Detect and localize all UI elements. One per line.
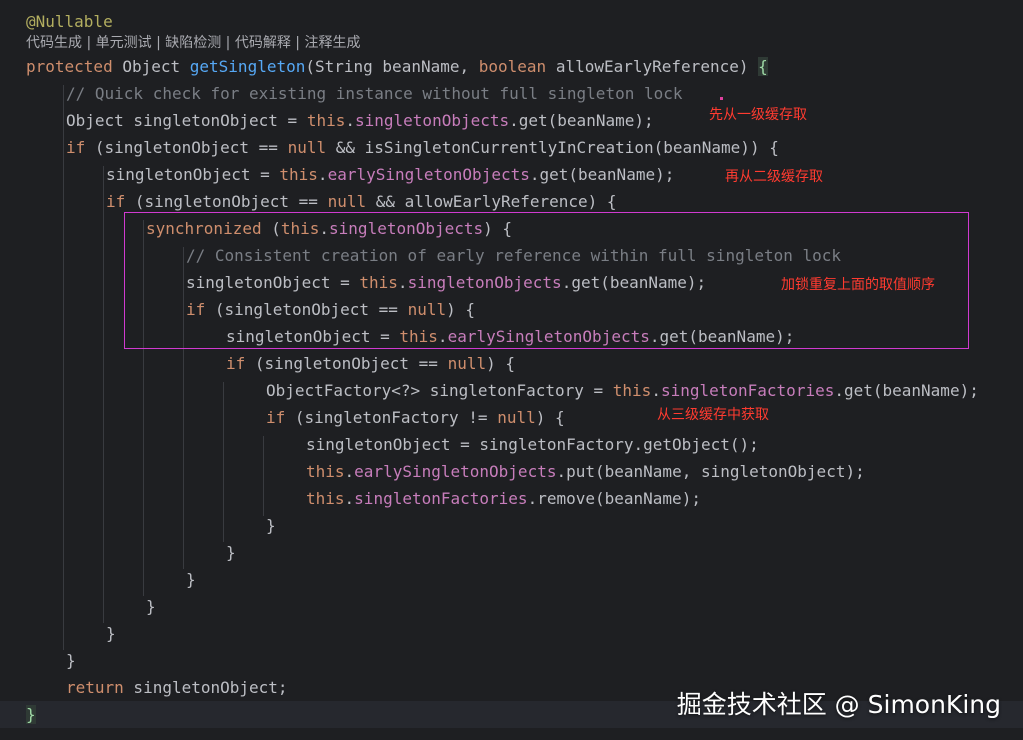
indent-guide	[103, 166, 104, 623]
annotation-nullable: @Nullable	[26, 12, 113, 31]
code-line-5[interactable]: singletonObject = this.earlySingletonObj…	[106, 161, 674, 188]
code-line-16[interactable]: this.earlySingletonObjects.put(beanName,…	[306, 458, 865, 485]
code-line-2[interactable]: // Quick check for existing instance wit…	[66, 80, 683, 107]
code-line-15[interactable]: singletonObject = singletonFactory.getOb…	[306, 431, 759, 458]
inlay-hints[interactable]: 代码生成 | 单元测试 | 缺陷检测 | 代码解释 | 注释生成	[26, 33, 360, 53]
code-line-23[interactable]: }	[66, 647, 76, 674]
code-line-12[interactable]: if (singletonObject == null) {	[226, 350, 515, 377]
note-level3-cache: 从三级缓存中获取	[657, 407, 769, 423]
matched-brace: {	[758, 57, 768, 76]
code-line-6[interactable]: if (singletonObject == null && allowEarl…	[106, 188, 617, 215]
code-line-24[interactable]: return singletonObject;	[66, 674, 288, 701]
code-line-4[interactable]: if (singletonObject == null && isSinglet…	[66, 134, 779, 161]
code-line-20[interactable]: }	[186, 566, 196, 593]
code-line-21[interactable]: }	[146, 593, 156, 620]
code-line-13[interactable]: ObjectFactory<?> singletonFactory = this…	[266, 377, 979, 404]
note-lock-repeat: 加锁重复上面的取值顺序	[781, 277, 935, 293]
code-line-19[interactable]: }	[226, 539, 236, 566]
code-line-18[interactable]: }	[266, 512, 276, 539]
code-line-25[interactable]: }	[26, 701, 36, 728]
code-editor[interactable]: @Nullable 代码生成 | 单元测试 | 缺陷检测 | 代码解释 | 注释…	[0, 0, 1023, 740]
note-level2-cache: 再从二级缓存取	[725, 169, 823, 185]
watermark: 掘金技术社区 @ SimonKing	[676, 690, 1001, 719]
code-line-22[interactable]: }	[106, 620, 116, 647]
matched-brace-close: }	[26, 705, 36, 724]
code-line-17[interactable]: this.singletonFactories.remove(beanName)…	[306, 485, 701, 512]
indent-guide	[223, 382, 224, 542]
indent-guide	[263, 436, 264, 516]
method-name: getSingleton	[189, 57, 306, 76]
code-line-3[interactable]: Object singletonObject = this.singletonO…	[66, 107, 654, 134]
red-marker	[720, 97, 723, 100]
note-level1-cache: 先从一级缓存取	[709, 107, 807, 123]
indent-guide	[63, 85, 64, 650]
code-line-14[interactable]: if (singletonFactory != null) {	[266, 404, 565, 431]
code-line-1[interactable]: protected Object getSingleton(String bea…	[26, 53, 768, 80]
